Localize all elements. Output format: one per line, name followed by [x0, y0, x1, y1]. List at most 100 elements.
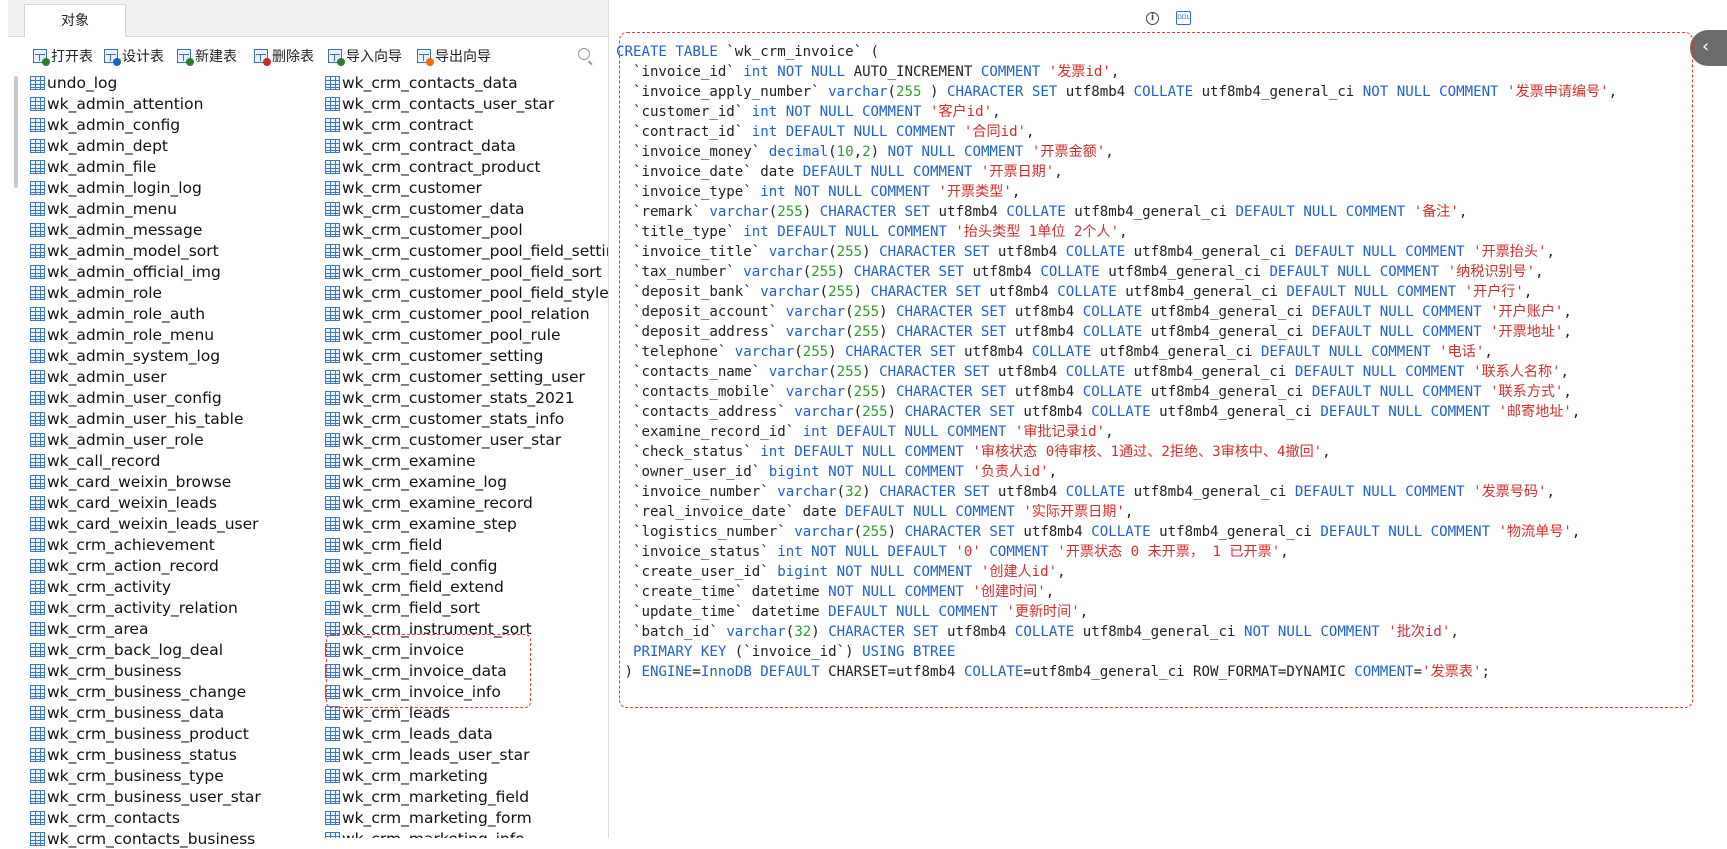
- table-row[interactable]: wk_crm_leads: [325, 702, 608, 723]
- table-row[interactable]: wk_crm_business_type: [30, 765, 261, 786]
- table-row[interactable]: wk_crm_customer_pool: [325, 219, 608, 240]
- table-row[interactable]: wk_admin_role_auth: [30, 303, 261, 324]
- table-row[interactable]: wk_crm_contacts: [30, 807, 261, 828]
- table-row[interactable]: wk_card_weixin_leads: [30, 492, 261, 513]
- ddl-token: (`invoice_id`): [734, 644, 863, 660]
- table-name: wk_crm_business: [47, 661, 182, 680]
- table-row[interactable]: wk_card_weixin_leads_user: [30, 513, 261, 534]
- table-icon: [325, 831, 340, 838]
- table-row[interactable]: wk_crm_examine_log: [325, 471, 608, 492]
- table-row[interactable]: wk_crm_business_user_star: [30, 786, 261, 807]
- search-icon[interactable]: [578, 48, 590, 60]
- table-row[interactable]: wk_crm_customer_user_star: [325, 429, 608, 450]
- table-row[interactable]: wk_crm_activity: [30, 576, 261, 597]
- table-row[interactable]: wk_crm_achievement: [30, 534, 261, 555]
- table-row[interactable]: wk_crm_examine_step: [325, 513, 608, 534]
- table-row[interactable]: wk_crm_marketing_info: [325, 828, 608, 838]
- table-row[interactable]: wk_card_weixin_browse: [30, 471, 261, 492]
- table-row[interactable]: wk_crm_customer_pool_field_style: [325, 282, 608, 303]
- table-row[interactable]: wk_admin_message: [30, 219, 261, 240]
- table-row[interactable]: wk_crm_customer_pool_field_setting: [325, 240, 608, 261]
- table-row[interactable]: wk_admin_role_menu: [30, 324, 261, 345]
- table-row[interactable]: wk_crm_examine_record: [325, 492, 608, 513]
- toolbar-new-table-button[interactable]: 新建表: [177, 45, 237, 67]
- table-row[interactable]: wk_crm_activity_relation: [30, 597, 261, 618]
- table-row[interactable]: wk_crm_business_status: [30, 744, 261, 765]
- table-row[interactable]: wk_crm_marketing_form: [325, 807, 608, 828]
- table-row[interactable]: wk_admin_attention: [30, 93, 261, 114]
- table-row[interactable]: wk_crm_customer_pool_field_sort: [325, 261, 608, 282]
- table-row[interactable]: wk_admin_system_log: [30, 345, 261, 366]
- table-row[interactable]: wk_crm_invoice_info: [325, 681, 608, 702]
- table-row[interactable]: wk_admin_user_his_table: [30, 408, 261, 429]
- table-row[interactable]: wk_crm_customer_stats_2021: [325, 387, 608, 408]
- table-icon: [30, 411, 45, 426]
- ddl-token: utf8mb4_general_ci: [1150, 384, 1312, 400]
- ddl-token: utf8mb4: [989, 284, 1058, 300]
- table-row[interactable]: wk_admin_user_role: [30, 429, 261, 450]
- table-row[interactable]: wk_crm_customer_stats_info: [325, 408, 608, 429]
- table-name: wk_crm_business_user_star: [47, 787, 261, 806]
- table-row[interactable]: wk_crm_customer_setting: [325, 345, 608, 366]
- table-row[interactable]: wk_crm_contract_product: [325, 156, 608, 177]
- table-row[interactable]: wk_crm_customer_pool_relation: [325, 303, 608, 324]
- info-icon[interactable]: i: [1146, 12, 1159, 25]
- table-row[interactable]: wk_crm_field_config: [325, 555, 608, 576]
- collapse-panel-button[interactable]: ‹: [1690, 30, 1727, 66]
- table-row[interactable]: wk_admin_official_img: [30, 261, 261, 282]
- table-row[interactable]: wk_admin_model_sort: [30, 240, 261, 261]
- table-row[interactable]: wk_crm_field_extend: [325, 576, 608, 597]
- tab-objects[interactable]: 对象: [24, 4, 126, 37]
- table-row[interactable]: wk_crm_marketing: [325, 765, 608, 786]
- table-row[interactable]: wk_crm_field_sort: [325, 597, 608, 618]
- table-row[interactable]: wk_crm_back_log_deal: [30, 639, 261, 660]
- table-row[interactable]: wk_crm_customer_pool_rule: [325, 324, 608, 345]
- table-row[interactable]: wk_crm_business_product: [30, 723, 261, 744]
- table-row[interactable]: wk_crm_contacts_user_star: [325, 93, 608, 114]
- table-row[interactable]: wk_crm_instrument_sort: [325, 618, 608, 639]
- table-row[interactable]: wk_crm_contract_data: [325, 135, 608, 156]
- toolbar-open-table-button[interactable]: 打开表: [33, 45, 93, 67]
- table-row[interactable]: wk_admin_login_log: [30, 177, 261, 198]
- table-name: wk_admin_message: [47, 220, 203, 239]
- ddl-token: NOT NULL COMMENT: [887, 144, 1032, 160]
- table-row[interactable]: wk_crm_customer_data: [325, 198, 608, 219]
- table-row[interactable]: wk_admin_file: [30, 156, 261, 177]
- table-row[interactable]: wk_admin_dept: [30, 135, 261, 156]
- table-row[interactable]: wk_crm_contract: [325, 114, 608, 135]
- toolbar-design-table-button[interactable]: 设计表: [104, 45, 164, 67]
- ddl-token: utf8mb4_general_ci: [1125, 284, 1287, 300]
- table-row[interactable]: wk_crm_area: [30, 618, 261, 639]
- table-row[interactable]: wk_admin_menu: [30, 198, 261, 219]
- vertical-scrollbar[interactable]: [14, 76, 18, 188]
- table-row[interactable]: wk_crm_examine: [325, 450, 608, 471]
- table-row[interactable]: wk_admin_user_config: [30, 387, 261, 408]
- table-row[interactable]: wk_crm_marketing_field: [325, 786, 608, 807]
- toolbar-delete-table-button[interactable]: 删除表: [254, 45, 314, 67]
- table-row[interactable]: wk_crm_customer_setting_user: [325, 366, 608, 387]
- toolbar-import-wizard-button[interactable]: 导入向导: [328, 45, 402, 67]
- table-row[interactable]: wk_crm_invoice: [325, 639, 608, 660]
- table-row[interactable]: wk_crm_action_record: [30, 555, 261, 576]
- table-row[interactable]: undo_log: [30, 72, 261, 93]
- table-row[interactable]: wk_call_record: [30, 450, 261, 471]
- table-row[interactable]: wk_crm_contacts_business: [30, 828, 261, 849]
- toolbar-export-wizard-button[interactable]: 导出向导: [417, 45, 491, 67]
- table-row[interactable]: wk_crm_field: [325, 534, 608, 555]
- table-row[interactable]: wk_admin_role: [30, 282, 261, 303]
- table-row[interactable]: wk_crm_contacts_data: [325, 72, 608, 93]
- toolbar-label: 删除表: [272, 49, 314, 65]
- table-row[interactable]: wk_crm_leads_data: [325, 723, 608, 744]
- ddl-token: ,: [992, 104, 1001, 120]
- table-row[interactable]: wk_crm_invoice_data: [325, 660, 608, 681]
- table-row[interactable]: wk_crm_leads_user_star: [325, 744, 608, 765]
- ddl-token: 255: [802, 344, 829, 360]
- ddl-view-icon[interactable]: DDL: [1176, 11, 1191, 25]
- table-row[interactable]: wk_crm_customer: [325, 177, 608, 198]
- ddl-token: varchar: [794, 524, 854, 540]
- table-row[interactable]: wk_crm_business_data: [30, 702, 261, 723]
- table-row[interactable]: wk_admin_config: [30, 114, 261, 135]
- table-row[interactable]: wk_admin_user: [30, 366, 261, 387]
- table-row[interactable]: wk_crm_business: [30, 660, 261, 681]
- table-row[interactable]: wk_crm_business_change: [30, 681, 261, 702]
